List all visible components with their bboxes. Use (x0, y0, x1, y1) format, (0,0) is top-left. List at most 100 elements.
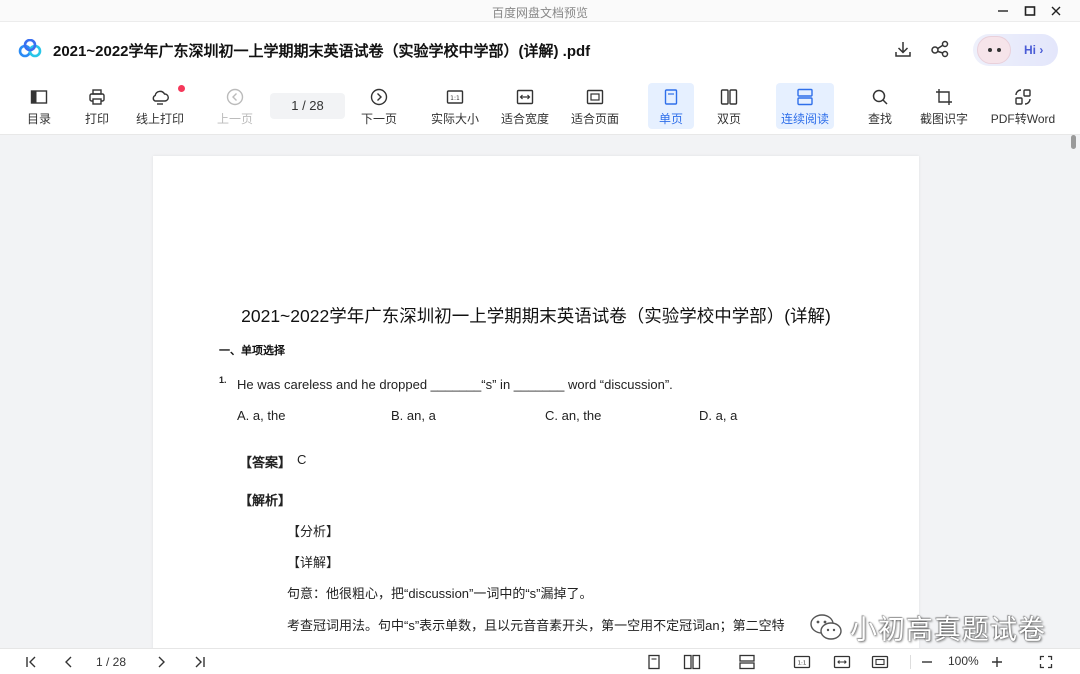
print-label: 打印 (84, 112, 109, 126)
double-page-label: 双页 (716, 112, 741, 126)
sentence-meaning: 句意：他很粗心，把“discussion”一词中的“s”漏掉了。 (287, 586, 593, 601)
fullscreen-button[interactable] (1036, 653, 1056, 671)
online-print-label: 线上打印 (135, 112, 184, 126)
print-button[interactable]: 打印 (78, 83, 116, 129)
question-number: 1. (219, 375, 227, 385)
fit-width-button[interactable]: 适合宽度 (498, 83, 552, 129)
status-page-indicator[interactable]: 1 / 28 (96, 655, 126, 669)
maximize-icon (1024, 6, 1036, 16)
document-viewer[interactable]: 2021~2022学年广东深圳初一上学期期末英语试卷（实验学校中学部）(详解) … (0, 135, 1080, 648)
plus-icon (992, 657, 1002, 667)
window-title: 百度网盘文档预览 (491, 6, 588, 20)
next-page-small-button[interactable] (152, 653, 170, 671)
double-page-button[interactable]: 双页 (708, 83, 750, 129)
convert-icon (1015, 89, 1031, 105)
minimize-button[interactable] (989, 0, 1017, 22)
single-page-icon (664, 89, 678, 105)
svg-text:1:1: 1:1 (450, 95, 460, 102)
watermark: 小初高真题试卷 (808, 609, 1046, 645)
share-icon (931, 40, 949, 58)
continuous-mode-button[interactable] (737, 653, 757, 671)
actual-size-label: 实际大小 (430, 112, 479, 126)
option-c: C. an, the (545, 408, 602, 423)
double-page-mode-button[interactable] (682, 653, 702, 671)
section-heading: 一、单项选择 (219, 345, 285, 357)
zoom-level[interactable]: 100% (948, 654, 979, 668)
pdf-to-word-label: PDF转Word (990, 112, 1056, 126)
wechat-icon (810, 614, 842, 640)
single-page-icon (648, 654, 660, 670)
maximize-button[interactable] (1016, 0, 1044, 22)
toc-label: 目录 (26, 112, 51, 126)
continuous-read-icon (797, 88, 813, 106)
single-page-button[interactable]: 单页 (648, 83, 694, 129)
status-divider (910, 655, 911, 669)
actual-size-button[interactable]: 1:1 实际大小 (428, 83, 482, 129)
fit-page-label: 适合页面 (570, 112, 619, 126)
fullscreen-icon (1039, 655, 1053, 669)
next-page-label: 下一页 (360, 112, 397, 126)
toolbar: 目录 打印 线上打印 上一页 1 / 28 下一页 1:1 实际大小 适合宽度 … (0, 77, 1080, 135)
document-header: 2021~2022学年广东深圳初一上学期期末英语试卷（实验学校中学部）(详解) … (0, 22, 1080, 77)
double-page-icon (720, 89, 738, 105)
next-page-button[interactable]: 下一页 (358, 83, 400, 129)
double-page-icon (683, 654, 701, 670)
fit-width-icon (833, 655, 851, 669)
last-page-button[interactable] (191, 653, 209, 671)
single-page-mode-button[interactable] (645, 653, 663, 671)
zoom-in-button[interactable] (988, 653, 1006, 671)
chevron-right-icon (158, 656, 165, 668)
pdf-to-word-button[interactable]: PDF转Word (988, 83, 1058, 129)
chevron-left-circle-icon (226, 88, 244, 106)
pdf-page: 2021~2022学年广东深圳初一上学期期末英语试卷（实验学校中学部）(详解) … (153, 156, 919, 648)
minimize-icon (998, 10, 1008, 12)
first-page-button[interactable] (22, 653, 40, 671)
continuous-read-button[interactable]: 连续阅读 (776, 83, 834, 129)
fenxi-label: 【分析】 (287, 524, 340, 539)
share-button[interactable] (929, 38, 951, 60)
minus-icon (922, 661, 932, 663)
exam-title: 2021~2022学年广东深圳初一上学期期末英语试卷（实验学校中学部）(详解) (241, 306, 831, 326)
download-button[interactable] (892, 38, 914, 60)
document-title: 2021~2022学年广东深圳初一上学期期末英语试卷（实验学校中学部）(详解) … (53, 43, 591, 60)
fit-width-small-button[interactable] (832, 653, 852, 671)
page-number-input[interactable]: 1 / 28 (270, 93, 345, 119)
assistant-hi-button[interactable]: Hi › (973, 34, 1058, 66)
find-label: 查找 (867, 112, 892, 126)
option-a: A. a, the (237, 408, 286, 423)
toc-button[interactable]: 目录 (20, 83, 58, 129)
online-print-button[interactable]: 线上打印 (133, 83, 187, 129)
actual-size-small-button[interactable]: 1:1 (792, 653, 812, 671)
notification-dot (178, 85, 185, 92)
answer-label: 【答案】 (239, 455, 292, 470)
fit-width-icon (516, 89, 534, 105)
fit-page-icon (871, 655, 889, 669)
vertical-scrollbar[interactable] (1071, 135, 1076, 149)
prev-page-label: 上一页 (216, 112, 253, 126)
continuous-read-label: 连续阅读 (780, 112, 829, 126)
explanation-text: 考查冠词用法。句中“s”表示单数，且以元音音素开头，第一空用不定冠词an；第二空… (287, 618, 785, 633)
last-page-icon (195, 656, 205, 668)
continuous-read-icon (739, 654, 755, 670)
prev-page-small-button[interactable] (60, 653, 78, 671)
fit-page-icon (586, 89, 604, 105)
close-icon (1051, 6, 1061, 16)
download-icon (895, 42, 911, 57)
find-button[interactable]: 查找 (860, 83, 900, 129)
assistant-avatar (977, 36, 1011, 64)
option-d: D. a, a (699, 408, 738, 423)
prev-page-button[interactable]: 上一页 (214, 83, 256, 129)
ocr-button[interactable]: 截图识字 (916, 83, 972, 129)
chevron-left-icon (65, 656, 72, 668)
close-button[interactable] (1042, 0, 1070, 22)
xiangjie-label: 【详解】 (287, 555, 340, 570)
chevron-right-circle-icon (370, 88, 388, 106)
fit-page-button[interactable]: 适合页面 (568, 83, 622, 129)
fit-page-small-button[interactable] (870, 653, 890, 671)
status-bar: 1 / 28 1:1 100% (0, 648, 1080, 674)
crop-icon (936, 89, 952, 105)
svg-text:1:1: 1:1 (798, 661, 807, 667)
fit-width-label: 适合宽度 (500, 112, 549, 126)
actual-size-icon: 1:1 (446, 90, 464, 104)
zoom-out-button[interactable] (918, 653, 936, 671)
